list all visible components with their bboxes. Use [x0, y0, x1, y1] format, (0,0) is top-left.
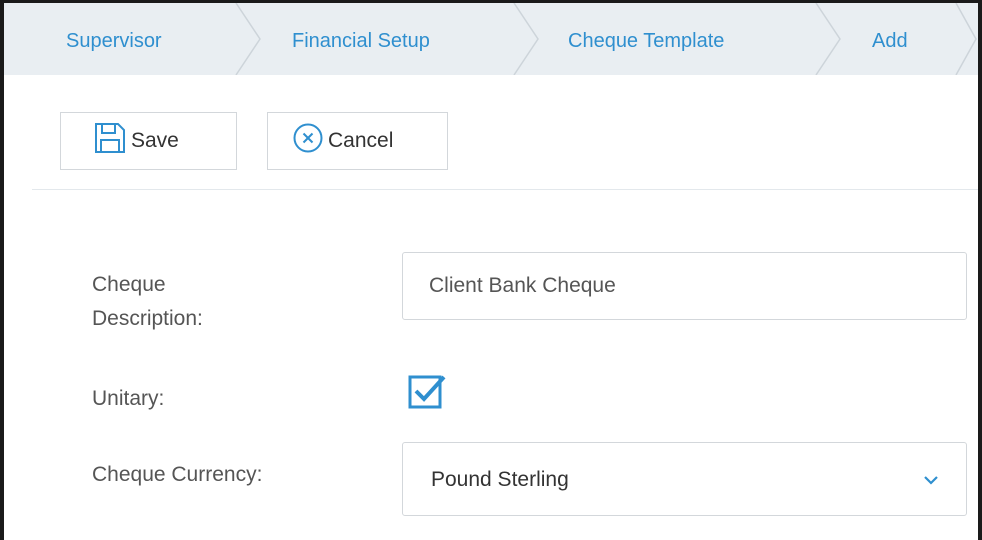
breadcrumb-separator: [814, 3, 844, 75]
checkbox-checked-icon: [408, 375, 446, 409]
toolbar-divider: [32, 189, 978, 190]
save-button-label: Save: [131, 129, 179, 152]
close-circle-icon: [292, 122, 324, 160]
currency-label: Cheque Currency:: [92, 463, 263, 486]
chevron-down-icon: [922, 471, 940, 489]
breadcrumb-separator: [954, 3, 978, 75]
cancel-button-label: Cancel: [328, 129, 394, 152]
breadcrumb: Supervisor Financial Setup Cheque Templa…: [4, 3, 978, 75]
save-button[interactable]: Save: [60, 112, 237, 170]
save-icon: [93, 121, 127, 161]
cancel-button[interactable]: Cancel: [267, 112, 448, 170]
breadcrumb-item-supervisor[interactable]: Supervisor: [66, 3, 162, 75]
cheque-description-input[interactable]: [402, 252, 967, 320]
currency-selected-value: Pound Sterling: [431, 468, 569, 491]
breadcrumb-separator: [512, 3, 542, 75]
unitary-checkbox[interactable]: [408, 371, 448, 411]
breadcrumb-item-add[interactable]: Add: [872, 3, 908, 75]
breadcrumb-separator: [234, 3, 264, 75]
cheque-currency-select[interactable]: Pound Sterling: [402, 442, 967, 516]
description-label: Cheque Description:: [92, 268, 203, 336]
breadcrumb-item-financial-setup[interactable]: Financial Setup: [292, 3, 430, 75]
description-label-line2: Description:: [92, 307, 203, 330]
window-frame-left: [0, 0, 4, 540]
window-frame-right: [978, 0, 982, 540]
breadcrumb-item-cheque-template[interactable]: Cheque Template: [568, 3, 724, 75]
unitary-label: Unitary:: [92, 387, 165, 410]
description-label-line1: Cheque: [92, 273, 166, 296]
